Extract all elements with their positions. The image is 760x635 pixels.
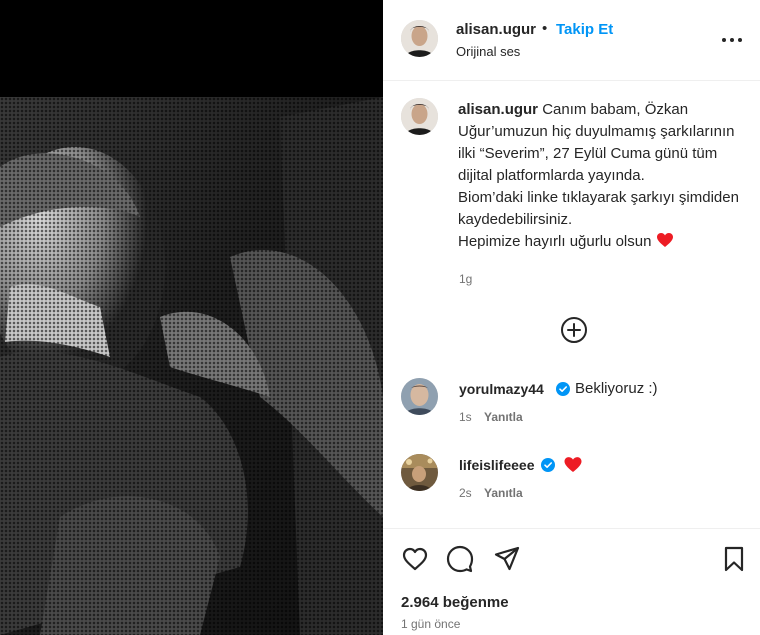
author-avatar[interactable] [401, 20, 438, 57]
verified-badge-icon [556, 382, 570, 396]
comment-text: Bekliyoruz :) [575, 380, 658, 397]
likes-count[interactable]: 2.964 beğenme [401, 594, 509, 611]
comment-avatar-image [401, 454, 438, 491]
reply-button[interactable]: Yanıtla [484, 410, 523, 424]
reply-button[interactable]: Yanıtla [484, 486, 523, 500]
author-avatar-image [401, 20, 438, 57]
comment-avatar[interactable] [401, 454, 438, 491]
caption-body: alisan.ugur Canım babam, Özkan Uğur’umuz… [458, 99, 748, 253]
caption-avatar[interactable] [401, 98, 438, 135]
author-username[interactable]: alisan.ugur [456, 21, 536, 38]
verified-badge-icon [541, 458, 555, 472]
comment-avatar[interactable] [401, 378, 438, 415]
post-date[interactable]: 1 gün önce [401, 617, 460, 631]
post-actions: 2.964 beğenme 1 gün önce [383, 528, 760, 635]
comment-avatar-image [401, 378, 438, 415]
audio-label[interactable]: Orijinal ses [456, 44, 520, 59]
post-header: alisan.ugur • Takip Et Orijinal ses [383, 0, 760, 81]
caption-time[interactable]: 1g [459, 272, 472, 286]
send-icon[interactable] [493, 545, 521, 573]
follow-button[interactable]: Takip Et [556, 21, 613, 38]
separator-dot: • [542, 20, 548, 37]
comment-icon[interactable] [446, 545, 474, 573]
post-photo[interactable] [0, 97, 383, 635]
post-media[interactable] [0, 0, 383, 635]
bookmark-icon[interactable] [720, 545, 748, 573]
caption-username[interactable]: alisan.ugur [458, 101, 538, 118]
plus-circle-icon[interactable] [560, 316, 588, 344]
comment-username[interactable]: yorulmazy44 [459, 381, 544, 397]
heart-icon[interactable] [401, 545, 429, 573]
caption-avatar-image [401, 98, 438, 135]
caption-text: Canım babam, Özkan Uğur’umuzun hiç duyul… [458, 101, 739, 250]
more-horizontal-icon[interactable] [720, 30, 744, 50]
comment-time[interactable]: 1s [459, 410, 472, 424]
red-heart-icon [564, 457, 582, 472]
red-heart-icon [656, 233, 673, 247]
post-details-panel: alisan.ugur • Takip Et Orijinal ses alis… [383, 0, 760, 635]
comment-username[interactable]: lifeislifeeee [459, 457, 535, 473]
comment-time[interactable]: 2s [459, 486, 472, 500]
